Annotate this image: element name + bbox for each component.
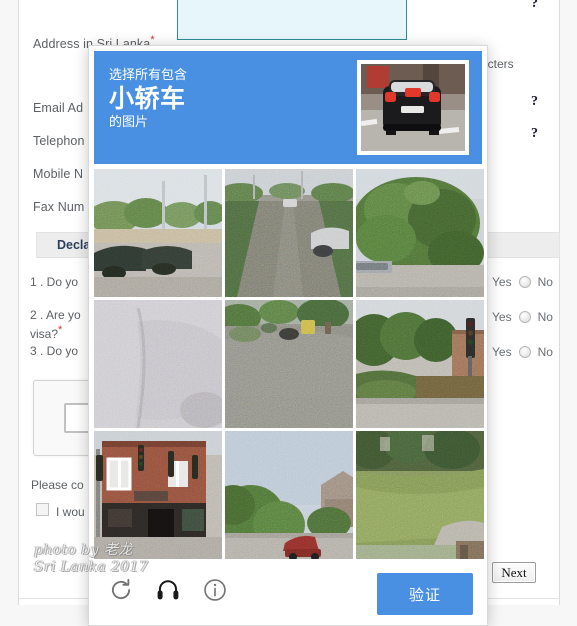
label-mobile: Mobile N [33, 167, 84, 181]
answer-row-3: Yes No [492, 345, 553, 359]
answer-yes-label-1: Yes [492, 275, 512, 289]
prompt-line-3: 的图片 [109, 113, 149, 129]
verify-button[interactable]: 验证 [377, 573, 473, 615]
reload-icon[interactable] [107, 576, 135, 604]
answer-no-label-2: No [537, 310, 553, 324]
prompt-target-object: 小轿车 [109, 84, 186, 113]
subscribe-checkbox[interactable] [36, 503, 49, 516]
answer-yes-label-2: Yes [492, 310, 512, 324]
declaration-title: Decla [57, 238, 91, 252]
required-asterisk-visa: * [58, 324, 63, 336]
captcha-tile-3[interactable] [356, 169, 484, 297]
tile-image-6 [356, 300, 484, 428]
recaptcha-challenge-dialog: 选择所有包含 小轿车 的图片 验证 [88, 45, 488, 626]
captcha-tile-grid [94, 169, 484, 559]
question-3: 3 . Do yo [30, 344, 79, 358]
help-icon-email[interactable]: ? [531, 94, 538, 110]
tile-image-2 [225, 169, 353, 297]
question-1: 1 . Do yo [30, 275, 79, 289]
next-button[interactable]: Next [492, 562, 536, 583]
captcha-tile-4[interactable] [94, 300, 222, 428]
help-icon-address[interactable]: ? [531, 0, 538, 12]
captcha-prompt-text: 选择所有包含 小轿车 的图片 [109, 67, 188, 130]
captcha-tile-6[interactable] [356, 300, 484, 428]
captcha-prompt-header: 选择所有包含 小轿车 的图片 [94, 51, 482, 164]
answer-row-1: Yes No [492, 275, 553, 289]
prompt-line-1: 选择所有包含 [109, 67, 188, 82]
tile-image-4 [94, 300, 222, 428]
tile-image-5 [225, 300, 353, 428]
help-icon-telephone[interactable]: ? [531, 126, 538, 142]
tile-image-1 [94, 169, 222, 297]
subscribe-label: I wou [56, 505, 85, 519]
headphone-icon[interactable] [154, 576, 182, 604]
info-icon[interactable] [201, 576, 229, 604]
captcha-footer: 验证 [89, 563, 487, 625]
car-example-svg [361, 64, 465, 151]
captcha-tile-8[interactable] [225, 431, 353, 559]
captcha-tile-7[interactable] [94, 431, 222, 559]
please-confirm-text: Please co [31, 478, 84, 492]
tile-image-7 [94, 431, 222, 559]
answer-yes-label-3: Yes [492, 345, 512, 359]
answer-row-2: Yes No [492, 310, 553, 324]
captcha-tile-5[interactable] [225, 300, 353, 428]
radio-no-2[interactable] [518, 311, 531, 323]
tile-image-9 [356, 431, 484, 559]
captcha-tile-9[interactable] [356, 431, 484, 559]
tile-image-3 [356, 169, 484, 297]
tile-image-8 [225, 431, 353, 559]
answer-no-label-3: No [537, 345, 553, 359]
captcha-tile-1[interactable] [94, 169, 222, 297]
captcha-tile-2[interactable] [225, 169, 353, 297]
question-2: 2 . Are yo [30, 308, 81, 322]
question-2-continued: visa?* [30, 324, 63, 341]
radio-no-1[interactable] [518, 276, 531, 288]
captcha-footer-icons [107, 576, 229, 604]
answer-no-label-1: No [537, 275, 553, 289]
label-email: Email Ad [33, 101, 84, 115]
label-fax: Fax Num [33, 200, 85, 214]
address-textarea[interactable] [177, 0, 407, 40]
radio-no-3[interactable] [518, 346, 531, 358]
label-telephone: Telephon [33, 134, 85, 148]
captcha-example-image [357, 60, 469, 155]
